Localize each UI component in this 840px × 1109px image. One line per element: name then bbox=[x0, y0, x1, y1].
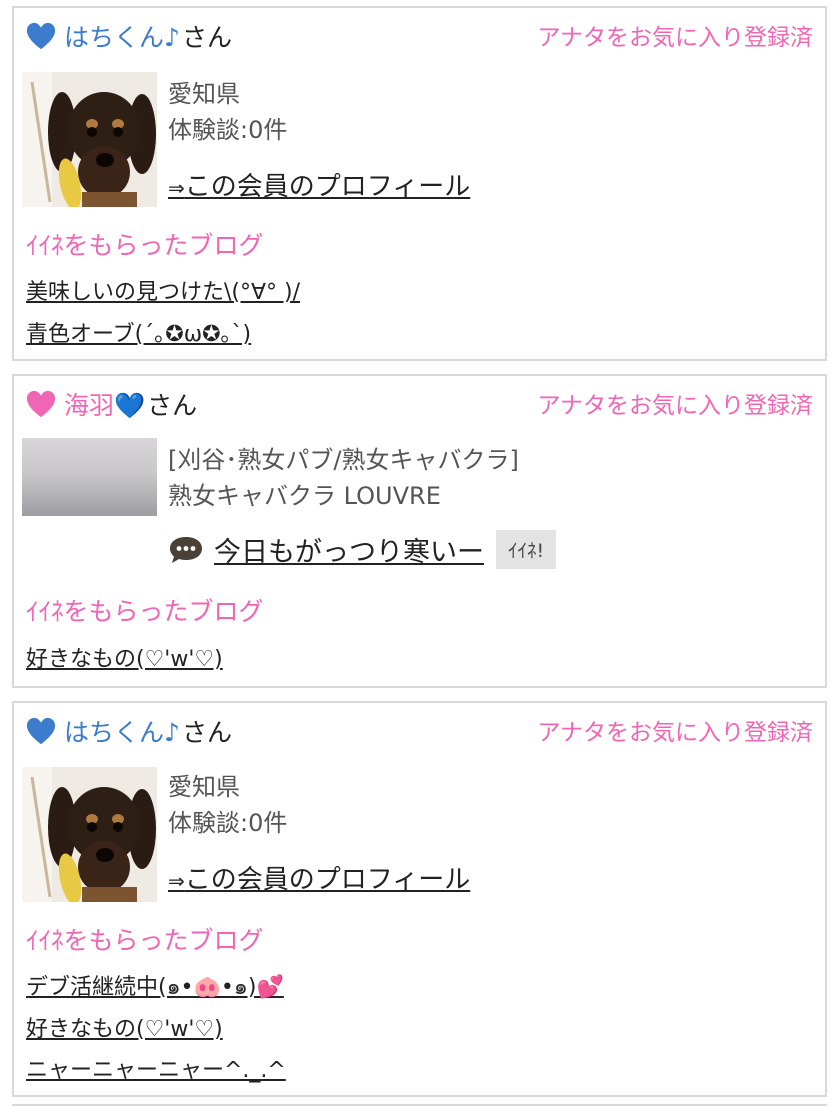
arrow-icon: ⇒ bbox=[168, 176, 185, 200]
member-name[interactable]: 海羽💙 bbox=[64, 386, 145, 422]
profile-link[interactable]: ⇒この会員のプロフィール bbox=[168, 859, 470, 896]
member-name[interactable]: はちくん♪ bbox=[64, 18, 180, 54]
speech-bubble-icon bbox=[170, 536, 202, 563]
member-header: はちくん♪ さん bbox=[26, 713, 232, 749]
location: 愛知県 bbox=[168, 773, 240, 801]
honorific: さん bbox=[181, 718, 232, 747]
avatar[interactable] bbox=[22, 72, 157, 207]
shop-name: 熟女キャバクラ LOUVRE bbox=[168, 482, 441, 510]
like-button[interactable]: ｲｲﾈ! bbox=[496, 530, 557, 569]
liked-blogs-title: ｲｲﾈをもらったブログ bbox=[26, 597, 264, 626]
blog-link[interactable]: 好きなもの(♡'ᴡ'♡) bbox=[26, 641, 223, 673]
honorific: さん bbox=[147, 391, 198, 420]
review-count: 体験談:0件 bbox=[168, 809, 288, 837]
honorific: さん bbox=[181, 23, 232, 52]
shop-info: [刈谷･熟女パブ/熟女キャバクラ] 熟女キャバクラ LOUVRE bbox=[168, 442, 519, 514]
member-card: はちくん♪ さん アナタをお気に入り登録済 愛知県 体験談:0件 ⇒この会員のプ… bbox=[12, 701, 827, 1097]
heart-icon bbox=[26, 717, 56, 745]
member-info: 愛知県 体験談:0件 bbox=[168, 76, 287, 148]
heart-icon bbox=[26, 22, 56, 50]
member-info: 愛知県 体験談:0件 bbox=[168, 769, 287, 841]
liked-blogs-title: ｲｲﾈをもらったブログ bbox=[26, 926, 264, 955]
favorite-status: アナタをお気に入り登録済 bbox=[537, 393, 813, 419]
blog-link[interactable]: 美味しいの見つけた\(°∀° )/ bbox=[26, 274, 300, 306]
liked-blogs-title: ｲｲﾈをもらったブログ bbox=[26, 231, 264, 260]
heart-icon bbox=[26, 390, 56, 418]
member-header: 海羽💙 さん bbox=[26, 386, 197, 422]
profile-link[interactable]: ⇒この会員のプロフィール bbox=[168, 166, 470, 203]
blog-link[interactable]: ニャーニャーニャー^._.^ bbox=[26, 1052, 286, 1084]
favorite-status: アナタをお気に入り登録済 bbox=[537, 720, 813, 746]
review-count: 体験談:0件 bbox=[168, 116, 288, 144]
avatar[interactable] bbox=[22, 438, 157, 516]
arrow-icon: ⇒ bbox=[168, 869, 185, 893]
blog-link[interactable]: 好きなもの(♡'ᴡ'♡) bbox=[26, 1011, 223, 1043]
post-link[interactable]: 今日もがっつり寒いー bbox=[214, 530, 484, 569]
profile-link-label: この会員のプロフィール bbox=[184, 865, 471, 895]
member-name[interactable]: はちくん♪ bbox=[64, 713, 180, 749]
location: 愛知県 bbox=[168, 80, 240, 108]
latest-post: 今日もがっつり寒いー ｲｲﾈ! bbox=[168, 530, 557, 569]
favorite-status: アナタをお気に入り登録済 bbox=[537, 25, 813, 51]
dachshund-photo bbox=[22, 72, 157, 207]
member-card: はちくん♪ さん アナタをお気に入り登録済 愛知県 体験談:0件 ⇒この会員のプ… bbox=[12, 6, 827, 361]
member-header: はちくん♪ さん bbox=[26, 18, 232, 54]
blurred-photo bbox=[22, 438, 157, 516]
blog-link[interactable]: 青色オーブ(´｡✪ω✪｡`) bbox=[26, 316, 251, 348]
dachshund-photo bbox=[22, 767, 157, 902]
profile-link-label: この会員のプロフィール bbox=[184, 172, 471, 202]
blog-link[interactable]: デブ活継続中(๑•🐽•๑)💕 bbox=[26, 969, 284, 1004]
shop-category: [刈谷･熟女パブ/熟女キャバクラ] bbox=[168, 446, 519, 474]
member-card: 海羽💙 さん アナタをお気に入り登録済 [刈谷･熟女パブ/熟女キャバクラ] 熟女… bbox=[12, 374, 827, 688]
avatar[interactable] bbox=[22, 767, 157, 902]
next-card-edge bbox=[12, 1104, 827, 1106]
